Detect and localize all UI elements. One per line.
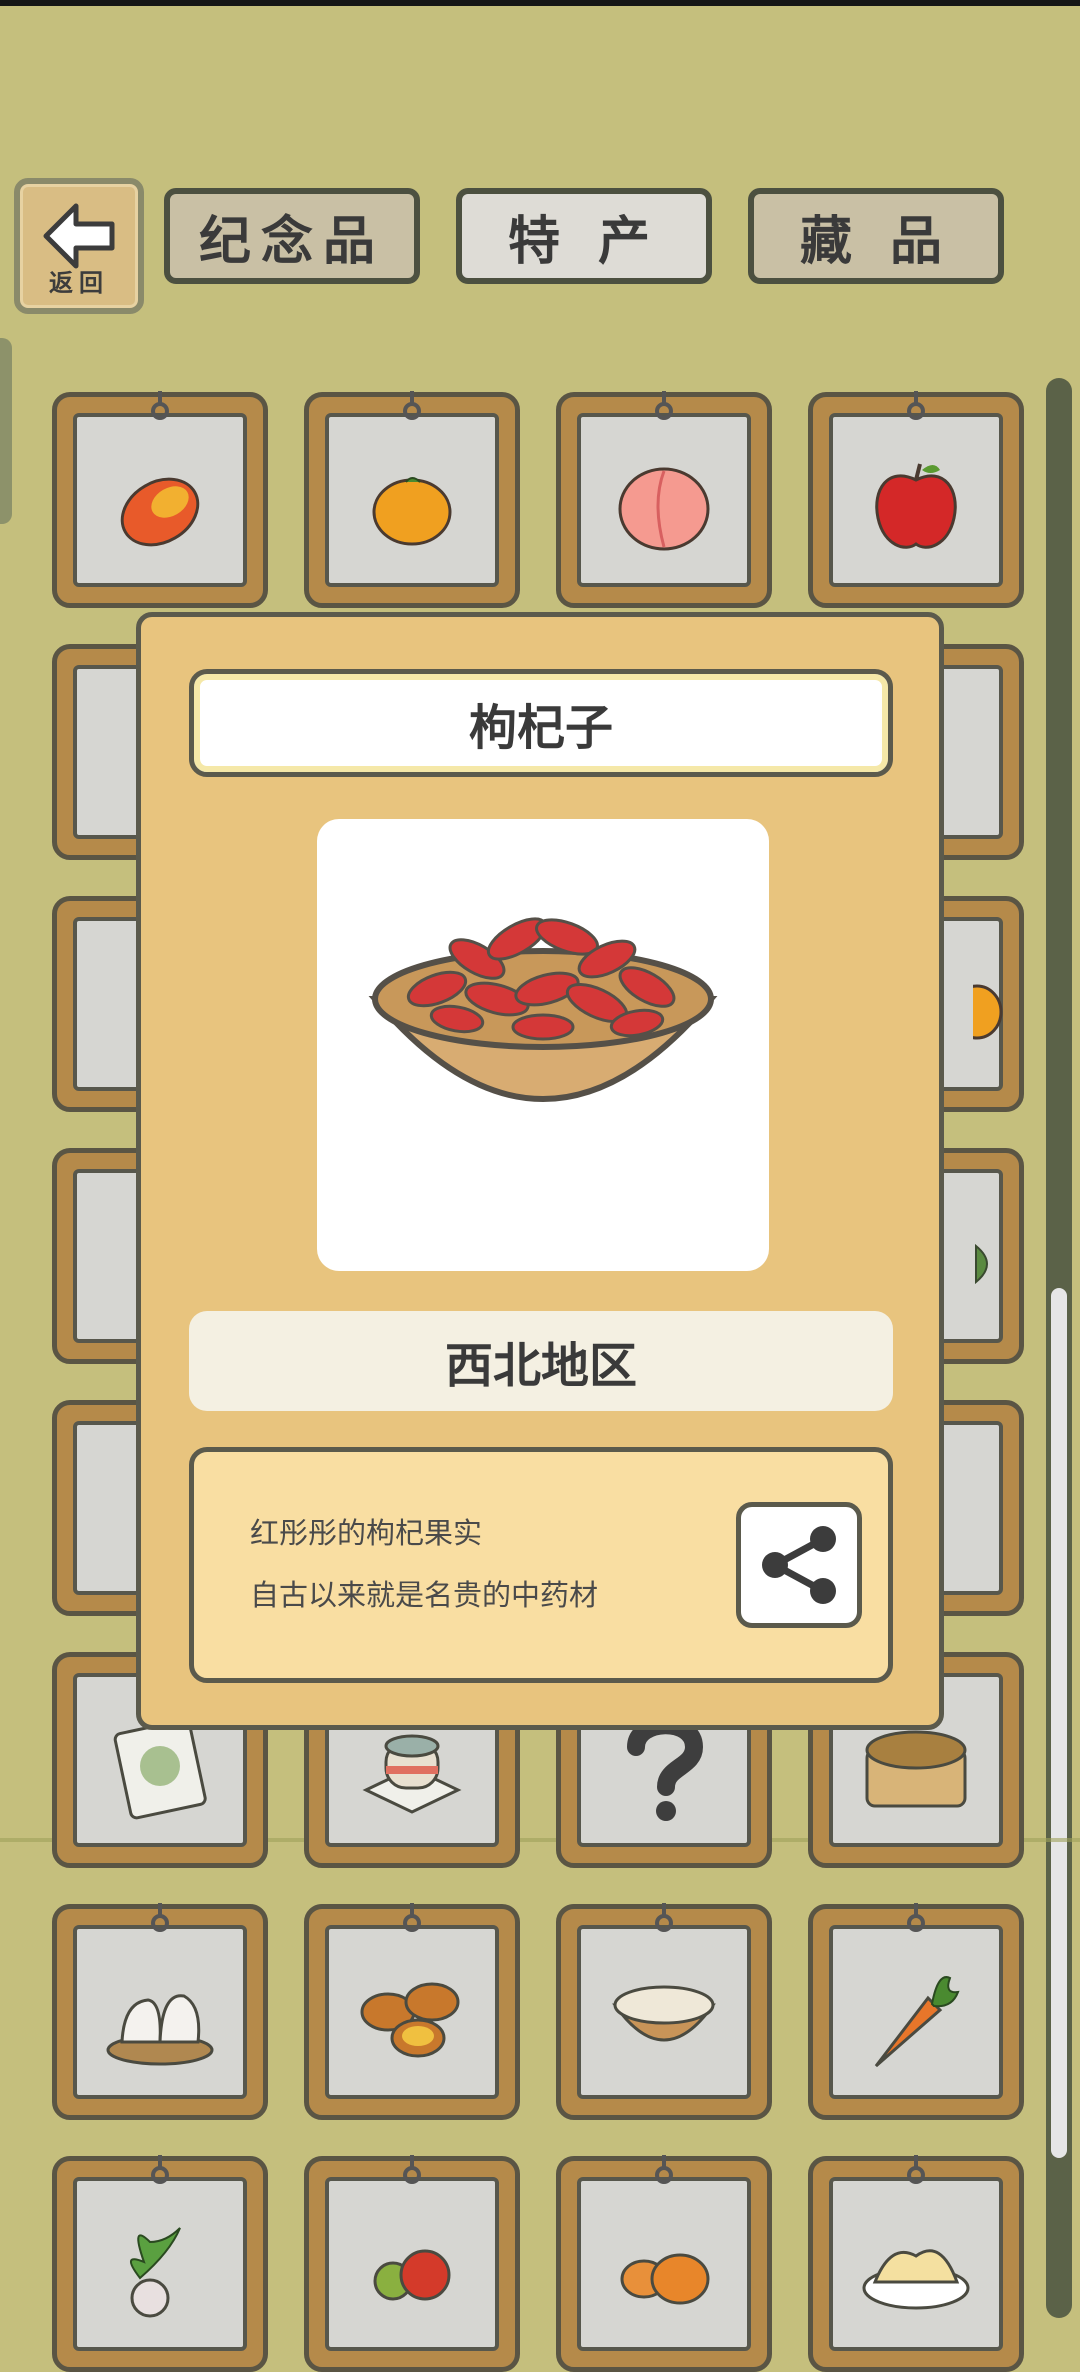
carrot-icon bbox=[874, 1976, 960, 2068]
orange-icon bbox=[372, 477, 452, 546]
item-card[interactable] bbox=[304, 2155, 520, 2372]
mango-icon bbox=[120, 477, 200, 547]
hook-icon bbox=[403, 391, 421, 420]
scrollbar-thumb[interactable] bbox=[1051, 1288, 1067, 2158]
hook-icon bbox=[151, 2155, 169, 2184]
hook-icon bbox=[907, 1903, 925, 1932]
hook-icon bbox=[151, 1903, 169, 1932]
item-card[interactable] bbox=[556, 2155, 772, 2372]
tab-specialties[interactable]: 特 产 bbox=[456, 188, 712, 284]
tomatoes-icon bbox=[373, 2249, 451, 2301]
item-card[interactable] bbox=[304, 391, 520, 608]
item-card[interactable] bbox=[808, 391, 1024, 608]
pumpkins-icon bbox=[620, 2253, 710, 2305]
hook-icon bbox=[655, 391, 673, 420]
apple-icon bbox=[875, 463, 957, 549]
radish-icon bbox=[130, 2227, 181, 2318]
item-card[interactable] bbox=[808, 1903, 1024, 2120]
tab-souvenirs[interactable]: 纪念品 bbox=[164, 188, 420, 284]
status-bar bbox=[0, 0, 1080, 6]
orange-icon bbox=[973, 984, 1003, 1040]
hook-icon bbox=[151, 391, 169, 420]
share-icon bbox=[762, 1526, 836, 1604]
back-label: 返回 bbox=[49, 269, 109, 297]
egg-tarts-icon bbox=[360, 1982, 460, 2058]
back-button[interactable]: 返回 bbox=[14, 178, 144, 314]
item-card[interactable] bbox=[304, 1903, 520, 2120]
peach-icon bbox=[618, 467, 710, 551]
back-arrow-icon bbox=[43, 203, 115, 269]
item-description: 红彤彤的枸杞果实 自古以来就是名贵的中药材 bbox=[189, 1447, 893, 1683]
item-image bbox=[317, 819, 769, 1271]
item-card[interactable] bbox=[808, 2155, 1024, 2372]
hook-icon bbox=[655, 1903, 673, 1932]
item-name: 枸杞子 bbox=[189, 669, 893, 777]
cake-icon bbox=[362, 1734, 462, 1814]
hook-icon bbox=[907, 2155, 925, 2184]
item-card[interactable] bbox=[52, 1903, 268, 2120]
goji-berries-bowl-icon bbox=[368, 917, 718, 1102]
hook-icon bbox=[403, 1903, 421, 1932]
hook-icon bbox=[907, 391, 925, 420]
leaf-icon bbox=[975, 1244, 989, 1285]
tab-collectibles[interactable]: 藏 品 bbox=[748, 188, 1004, 284]
hook-icon bbox=[655, 2155, 673, 2184]
porridge-bowl-icon bbox=[612, 1985, 716, 2042]
share-button[interactable] bbox=[736, 1502, 862, 1628]
snack-bag-icon bbox=[113, 1718, 207, 1820]
item-region: 西北地区 bbox=[189, 1311, 893, 1411]
item-card[interactable] bbox=[556, 1903, 772, 2120]
noodles-icon bbox=[862, 2249, 970, 2310]
item-card[interactable] bbox=[556, 391, 772, 608]
dumplings-icon bbox=[106, 1994, 214, 2066]
bun-basket-icon bbox=[865, 1730, 967, 1808]
item-card[interactable] bbox=[52, 2155, 268, 2372]
side-drawer-handle[interactable] bbox=[0, 338, 12, 524]
item-detail-popup: 枸杞子 西北地区 红彤彤的枸杞果实 自古以来就是名贵的中药材 bbox=[136, 612, 944, 1730]
description-line: 自古以来就是名贵的中药材 bbox=[250, 1578, 599, 1612]
description-line: 红彤彤的枸杞果实 bbox=[250, 1516, 483, 1550]
hook-icon bbox=[403, 2155, 421, 2184]
item-card[interactable] bbox=[52, 391, 268, 608]
